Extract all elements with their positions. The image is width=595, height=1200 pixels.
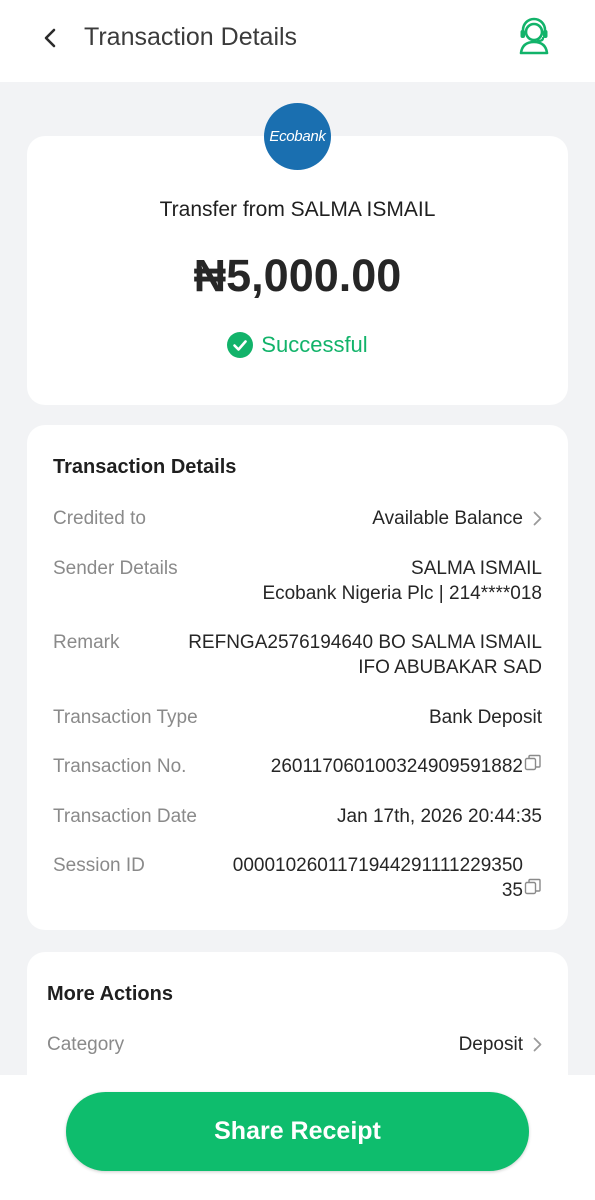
transaction-type-value: Bank Deposit	[428, 707, 542, 728]
transaction-date-value: Jan 17th, 2026 20:44:35	[337, 806, 542, 827]
more-actions-title: More Actions	[47, 983, 173, 1005]
credited-to-label: Credited to	[53, 508, 146, 529]
category-row[interactable]: Category Deposit	[47, 1032, 542, 1058]
more-actions-card: More Actions Category Deposit	[27, 952, 568, 1075]
transfer-title: Transfer from SALMA ISMAIL	[159, 198, 436, 221]
remark-value: REFNGA2576194640 BO SALMA ISMAIL IFO ABU…	[152, 630, 542, 680]
page-title: Transaction Details	[84, 23, 298, 51]
details-section-title: Transaction Details	[53, 456, 237, 478]
transaction-number-text: 260117060100324909591882	[270, 756, 523, 777]
top-app-bar: Transaction Details	[0, 0, 595, 82]
transaction-type-label: Transaction Type	[53, 707, 198, 728]
session-id-value: 0000102601171944291111229350 35	[152, 853, 542, 903]
transaction-number-label: Transaction No.	[53, 756, 187, 777]
status-badge: Successful	[27, 332, 568, 358]
session-id-line-2: 35	[501, 880, 523, 901]
transaction-type-row: Transaction Type Bank Deposit	[53, 705, 542, 731]
credited-to-row[interactable]: Credited to Available Balance	[53, 506, 542, 532]
check-circle-icon	[227, 332, 254, 358]
bank-logo: Ecobank	[264, 103, 331, 170]
sender-details-value: SALMA ISMAIL Ecobank Nigeria Plc | 214**…	[152, 556, 542, 606]
remark-line-2: IFO ABUBAKAR SAD	[358, 657, 542, 678]
transaction-amount: ₦5,000.00	[193, 250, 402, 301]
chevron-right-icon	[533, 1038, 542, 1052]
credited-to-text: Available Balance	[372, 508, 523, 529]
session-id-row: Session ID 0000102601171944291111229350 …	[53, 853, 542, 905]
session-id-label: Session ID	[53, 855, 145, 876]
sender-bank-account: Ecobank Nigeria Plc | 214****018	[262, 583, 542, 604]
bank-logo-text: Ecobank	[269, 128, 326, 145]
remark-line-1: REFNGA2576194640 BO SALMA ISMAIL	[188, 632, 542, 653]
category-text: Deposit	[458, 1034, 523, 1055]
share-receipt-button[interactable]: Share Receipt	[66, 1092, 529, 1171]
customer-support-button[interactable]	[514, 16, 554, 56]
remark-row: Remark REFNGA2576194640 BO SALMA ISMAIL …	[53, 630, 542, 682]
back-button[interactable]	[36, 24, 64, 52]
sender-name: SALMA ISMAIL	[411, 558, 542, 579]
chevron-right-icon	[533, 512, 542, 526]
status-text: Successful	[261, 332, 368, 357]
copy-icon[interactable]	[524, 878, 542, 896]
chevron-left-icon	[44, 28, 56, 48]
transaction-date-row: Transaction Date Jan 17th, 2026 20:44:35	[53, 804, 542, 830]
transaction-date-label: Transaction Date	[53, 806, 197, 827]
transaction-details-card: Transaction Details Credited to Availabl…	[27, 425, 568, 930]
transaction-summary-card: Transfer from SALMA ISMAIL ₦5,000.00 Suc…	[27, 136, 568, 405]
sender-details-row: Sender Details SALMA ISMAIL Ecobank Nige…	[53, 556, 542, 608]
headset-support-icon	[519, 17, 549, 55]
session-id-line-1: 0000102601171944291111229350	[232, 855, 523, 876]
transaction-number-row: Transaction No. 260117060100324909591882	[53, 754, 542, 780]
remark-label: Remark	[53, 632, 120, 653]
copy-icon[interactable]	[524, 754, 542, 772]
category-value: Deposit	[459, 1032, 542, 1057]
transaction-number-value: 260117060100324909591882	[271, 754, 542, 779]
credited-to-value: Available Balance	[372, 506, 542, 531]
category-label: Category	[47, 1034, 125, 1055]
